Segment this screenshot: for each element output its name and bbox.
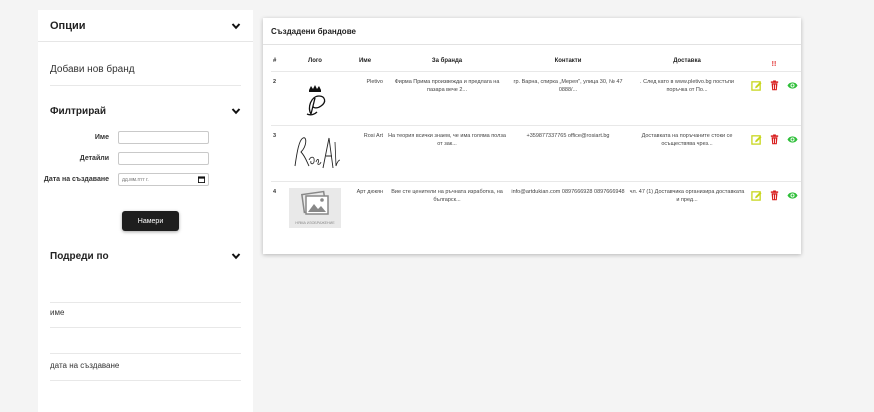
edit-cell [747,125,765,181]
col-header-num: # [273,57,277,64]
row-num: 2 [273,78,277,85]
table-row: 3 Rosi Art На теория всички знаем, че им… [271,125,801,181]
sort-title: Подреди по [50,250,109,262]
pletivo-logo [306,84,326,115]
col-header-delivery: Доставка [673,57,701,64]
calendar-icon[interactable] [198,176,205,183]
brand-delivery: чл. 47 (1) Доставчика организира доставк… [629,188,745,203]
add-brand-link[interactable]: Добави нов бранд [50,64,241,86]
chevron-down-icon[interactable] [231,251,241,261]
col-header-about: За бранда [431,57,463,64]
header-mark: !! [771,61,777,69]
edit-cell [747,71,765,125]
delete-cell [765,181,783,234]
chevron-down-icon[interactable] [231,21,241,31]
view-cell [783,71,801,125]
divider [263,44,801,45]
table-row: 2 Pletivo Фирма Прима произвежда и предл… [271,71,801,125]
delete-cell [765,125,783,181]
filter-header[interactable]: Филтрирай [38,104,253,118]
brand-delivery: Доставката на поръчаните стоки се осъщес… [641,132,733,147]
edit-cell [747,181,765,234]
brand-about: Вие сте ценители на ръчната изработка, н… [391,188,503,203]
col-header-view [783,51,801,71]
sort-option-date[interactable]: дата на създаване [50,361,241,381]
filter-name-label: Име [94,133,109,141]
chevron-down-icon[interactable] [231,106,241,116]
edit-icon[interactable] [750,190,762,201]
divider [50,353,241,354]
brand-about: Фирма Прима произвежда и предлага на паз… [394,78,500,93]
filter-date-label: Дата на създаване [43,175,109,183]
search-button[interactable]: Намери [122,211,179,231]
brand-delivery: . След като в www.pletivo.bg постъпи пор… [640,78,734,93]
brand-contacts: +359877337765 office@rosiart.bg [526,132,610,139]
brand-name: Pletivo [366,78,383,85]
sort-header[interactable]: Подреди по [38,248,253,264]
filter-name-input[interactable] [118,131,209,144]
row-num: 3 [273,132,277,139]
brands-card: Създадени брандове # Лого Име За бранда … [263,18,801,254]
brand-name: Арт дюкян [356,188,383,195]
brand-logo-cell [285,125,345,181]
sidebar: Опции Добави нов бранд Филтрирай Име Дет… [38,10,253,412]
table-header-row: # Лого Име За бранда Контакти Доставка !… [271,51,801,71]
filter-title: Филтрирай [50,105,107,117]
divider [50,302,241,303]
view-cell [783,125,801,181]
table-row: 4 НЯМА ИЗОБРАЖЕНИЕ Арт дюкян Вие сте цен… [271,181,801,234]
brand-contacts: гр. Варна, спирка „Мерея", улица 30, № 4… [513,78,623,93]
filter-details-row: Детайли [38,152,253,165]
page: Опции Добави нов бранд Филтрирай Име Дет… [0,0,874,412]
sort-option-name[interactable]: име [50,308,241,328]
delete-cell [765,71,783,125]
brand-contacts: info@artdukian.com 0897666928 0897666948 [511,188,625,195]
brands-table: # Лого Име За бранда Контакти Доставка !… [271,51,801,234]
col-header-edit [747,51,765,71]
eye-icon[interactable] [786,190,798,201]
view-cell [783,181,801,234]
eye-icon[interactable] [786,80,798,91]
brand-name: Rosi Art [363,132,383,139]
filter-date-input[interactable]: дд.мм.гггг г. [118,173,209,186]
col-header-delete: !! [765,51,783,71]
trash-icon[interactable] [769,189,780,201]
edit-icon[interactable] [750,80,762,91]
filter-details-input[interactable] [118,152,209,165]
options-title: Опции [50,19,86,32]
brand-about: На теория всички знаем, че има голяма по… [388,132,506,147]
rosi-art-logo [294,136,341,168]
options-header[interactable]: Опции [38,10,253,42]
filter-details-label: Детайли [79,154,109,162]
placeholder-text: НЯМА ИЗОБРАЖЕНИЕ [295,221,335,225]
brand-logo-cell [285,71,345,125]
filter-name-row: Име [38,131,253,144]
row-num: 4 [273,188,277,195]
col-header-name: Име [358,57,372,64]
card-title: Създадени брандове [271,27,356,36]
date-placeholder: дд.мм.гггг г. [122,176,149,183]
no-image-placeholder-logo: НЯМА ИЗОБРАЖЕНИЕ [289,187,341,228]
eye-icon[interactable] [786,134,798,145]
brand-logo-cell: НЯМА ИЗОБРАЖЕНИЕ [285,181,345,234]
trash-icon[interactable] [769,133,780,145]
col-header-contacts: Контакти [554,57,582,64]
trash-icon[interactable] [769,79,780,91]
filter-date-row: Дата на създаване дд.мм.гггг г. [38,173,253,186]
edit-icon[interactable] [750,134,762,145]
col-header-logo: Лого [308,57,322,64]
